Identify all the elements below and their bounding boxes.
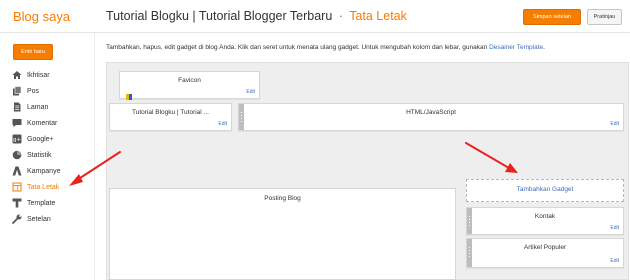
- sidebar-item-label: Ikhtisar: [27, 71, 50, 79]
- sidebar-item-label: Pos: [27, 87, 40, 95]
- posts-icon: [12, 86, 22, 96]
- sidebar-item-label: Laman: [27, 103, 49, 111]
- gadget-title: Kontak: [534, 213, 556, 220]
- sidebar-item-label: Komentar: [27, 119, 58, 127]
- sidebar-item-label: Setelan: [27, 215, 51, 223]
- campaign-icon: [12, 166, 22, 176]
- gadget-html-javascript[interactable]: HTML/JavaScript Edit: [238, 103, 624, 131]
- sidebar-item-statistik[interactable]: Statistik: [12, 147, 92, 163]
- add-gadget-link[interactable]: Tambahkan Gadget: [466, 179, 624, 202]
- sidebar-item-label: Tata Letak: [27, 183, 60, 191]
- gadget-title: Artikel Populer: [523, 244, 567, 251]
- blogger-layout-screen: Blog saya Tutorial Blogku | Tutorial Blo…: [0, 0, 630, 280]
- comment-icon: [12, 118, 22, 128]
- sidebar-item-kampanye[interactable]: Kampanye: [12, 163, 92, 179]
- gadget-title: Tutorial Blogku | Tutorial ...: [132, 109, 209, 116]
- page-title: Tata Letak: [349, 9, 407, 23]
- sidebar-item-label: Kampanye: [27, 167, 61, 175]
- sidebar-item-google-plus[interactable]: g+ Google+: [12, 131, 92, 147]
- gadget-favicon[interactable]: Favicon Edit: [119, 71, 260, 100]
- template-designer-link[interactable]: Desainer Template: [489, 44, 543, 51]
- sidebar-nav: Ikhtisar Pos Laman Komentar g+ Google+ S…: [12, 67, 92, 227]
- sidebar-item-komentar[interactable]: Komentar: [12, 115, 92, 131]
- layout-icon: [12, 182, 22, 192]
- instructions-text: Tambahkan, hapus, edit gadget di blog An…: [106, 44, 488, 51]
- wrench-icon: [12, 214, 22, 224]
- layout-instructions: Tambahkan, hapus, edit gadget di blog An…: [106, 44, 626, 51]
- sidebar-item-laman[interactable]: Laman: [12, 99, 92, 115]
- sidebar-item-ikhtisar[interactable]: Ikhtisar: [12, 67, 92, 83]
- blog-posts-section: Posting Blog: [109, 188, 456, 280]
- gadget-title: Favicon: [178, 77, 201, 84]
- save-arrangement-button[interactable]: Simpan setelan: [523, 9, 581, 25]
- sidebar-item-label: Statistik: [27, 151, 52, 159]
- sidebar-item-label: Template: [27, 199, 56, 207]
- layout-canvas: Favicon Edit Tutorial Blogku | Tutorial …: [106, 62, 629, 280]
- blogger-logo[interactable]: Blog saya: [13, 9, 70, 24]
- instructions-end: .: [543, 44, 545, 51]
- new-post-button[interactable]: Entri baru: [13, 44, 53, 60]
- sidebar-item-label: Google+: [27, 135, 54, 143]
- sidebar-item-tata-letak[interactable]: Tata Letak: [12, 179, 92, 195]
- blog-title[interactable]: Tutorial Blogku | Tutorial Blogger Terba…: [106, 9, 332, 23]
- sidebar: Entri baru Ikhtisar Pos Laman Komentar g…: [0, 33, 95, 280]
- sidebar-item-pos[interactable]: Pos: [12, 83, 92, 99]
- gadget-title: HTML/JavaScript: [406, 109, 456, 116]
- gadget-artikel-populer[interactable]: Artikel Populer Edit: [466, 238, 624, 268]
- stats-icon: [12, 150, 22, 160]
- gadget-header[interactable]: Tutorial Blogku | Tutorial ... Edit: [109, 103, 232, 131]
- favicon-image: [126, 87, 132, 100]
- add-gadget-label[interactable]: Tambahkan Gadget: [467, 186, 623, 193]
- gadget-kontak[interactable]: Kontak Edit: [466, 207, 624, 235]
- edit-link[interactable]: Edit: [218, 121, 227, 127]
- sidebar-item-setelan[interactable]: Setelan: [12, 211, 92, 227]
- home-icon: [12, 70, 22, 80]
- sidebar-item-template[interactable]: Template: [12, 195, 92, 211]
- breadcrumb-separator: ·: [338, 9, 343, 23]
- breadcrumb: Tutorial Blogku | Tutorial Blogger Terba…: [106, 9, 407, 23]
- preview-button[interactable]: Pratinjau: [587, 9, 622, 25]
- top-header: Blog saya Tutorial Blogku | Tutorial Blo…: [0, 0, 630, 33]
- pages-icon: [12, 102, 22, 112]
- template-icon: [12, 198, 22, 208]
- edit-link[interactable]: Edit: [610, 258, 619, 264]
- google-plus-icon: g+: [12, 134, 22, 144]
- drag-handle[interactable]: [467, 208, 472, 234]
- svg-text:g+: g+: [13, 137, 21, 143]
- edit-link[interactable]: Edit: [610, 225, 619, 231]
- drag-handle[interactable]: [239, 104, 244, 130]
- edit-link[interactable]: Edit: [610, 121, 619, 127]
- edit-link[interactable]: Edit: [246, 89, 255, 95]
- section-title: Posting Blog: [264, 195, 301, 202]
